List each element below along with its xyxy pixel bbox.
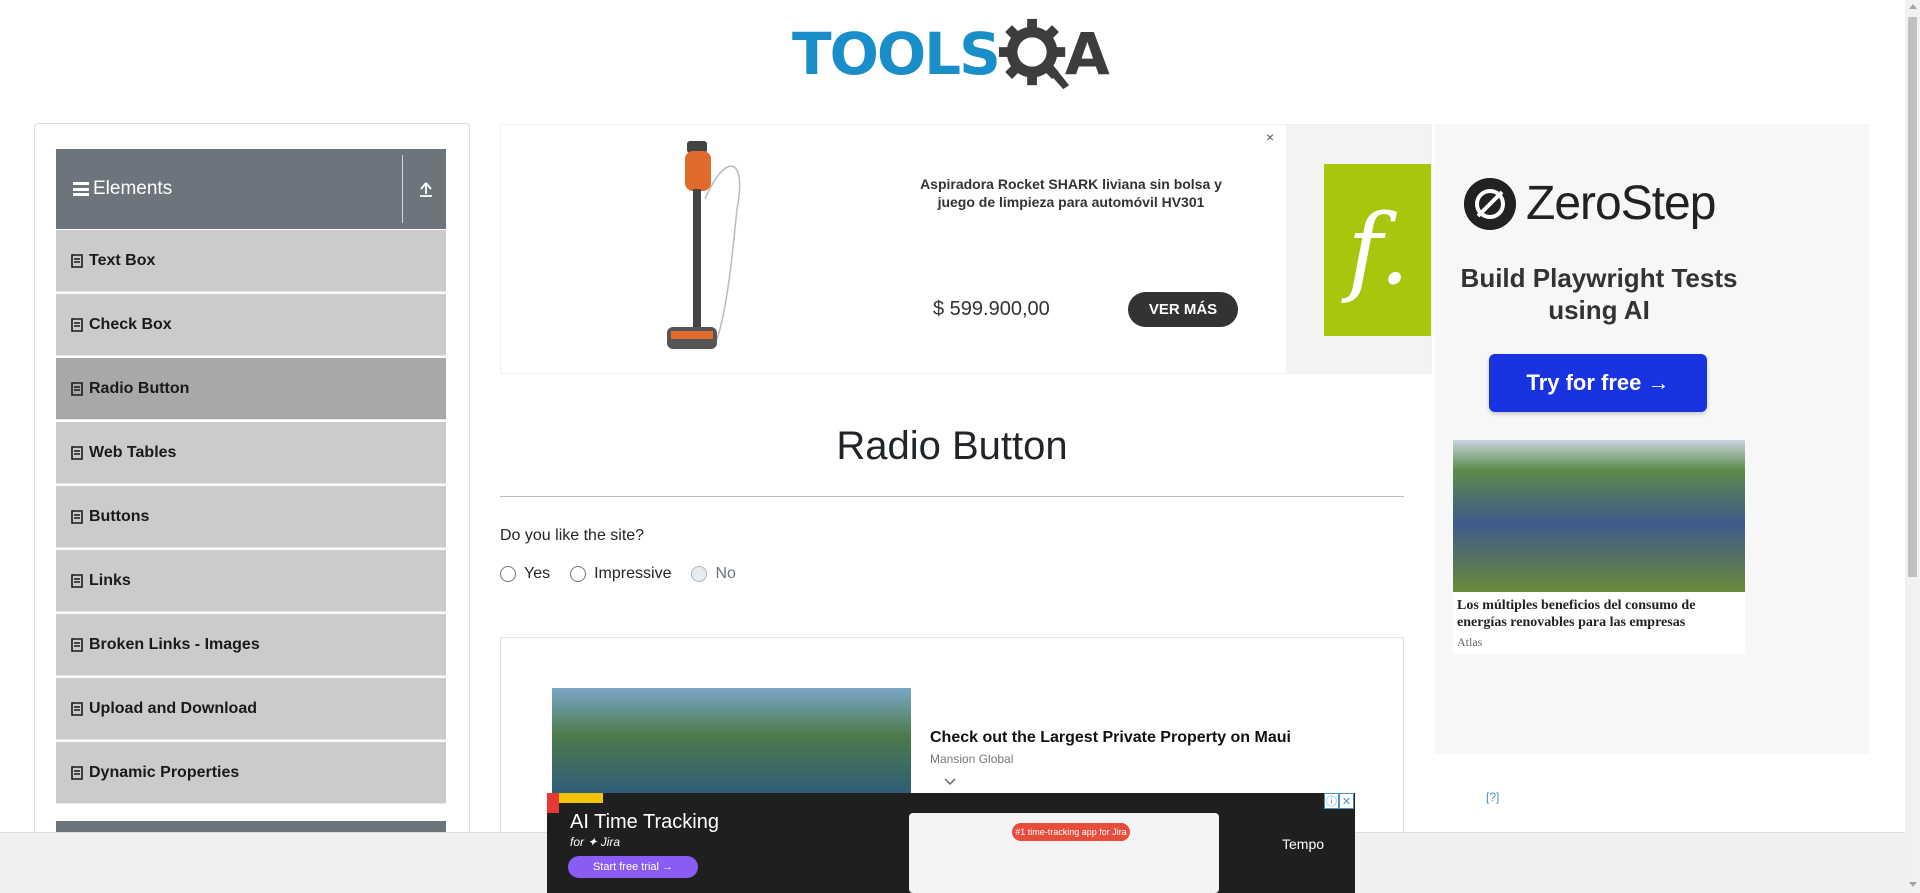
sticky-ad-controls[interactable]: ⓘ ✕	[1324, 793, 1354, 809]
logo-a: A	[1064, 20, 1110, 88]
ad-cta-button[interactable]: VER MÁS	[1128, 292, 1238, 327]
radio-label: No	[715, 565, 736, 582]
zerostep-name: ZeroStep	[1526, 177, 1716, 230]
ad-close-icon[interactable]: ×	[1266, 129, 1274, 145]
sticky-ad-pill: #1 time-tracking app for Jira	[1012, 823, 1130, 841]
falabella-logo: f.	[1324, 164, 1431, 336]
sidebar-item-label: Buttons	[89, 507, 150, 525]
toolsqa-logo[interactable]: TOOLS A	[792, 14, 1116, 94]
file-icon	[71, 573, 83, 588]
file-icon	[71, 509, 83, 524]
sidebar-item-buttons[interactable]: Buttons	[56, 486, 446, 548]
ad-product-title: Aspiradora Rocket SHARK liviana sin bols…	[920, 176, 1222, 210]
title-divider	[500, 496, 1404, 497]
scroll-down-icon[interactable]	[1909, 882, 1917, 887]
sidebar-item-broken-links[interactable]: Broken Links - Images	[56, 614, 446, 676]
file-icon	[71, 445, 83, 460]
radio-no: No	[691, 565, 736, 583]
adchoices-link[interactable]: [?]	[1486, 790, 1499, 804]
solar-farm-image	[1453, 440, 1745, 592]
start-trial-button[interactable]: Start free trial →	[568, 856, 698, 878]
ad-info-icon[interactable]: ⓘ	[1324, 793, 1339, 809]
sticky-ad-subtitle: for ✦ Jira	[570, 835, 621, 849]
file-icon	[71, 701, 83, 716]
file-icon	[71, 253, 83, 268]
sidebar-item-label: Upload and Download	[89, 699, 257, 717]
sidebar-item-web-tables[interactable]: Web Tables	[56, 422, 446, 484]
ad-accent	[559, 793, 603, 803]
ad-caption-box[interactable]: Los múltiples beneficios del consumo de …	[1453, 592, 1745, 654]
chevron-down-icon[interactable]	[944, 778, 956, 786]
sticky-ad-title: AI Time Tracking	[570, 811, 719, 833]
sidebar-item-label: Broken Links - Images	[89, 635, 260, 653]
hamburger-icon	[73, 182, 89, 196]
vacuum-image	[667, 141, 741, 349]
ad-caption[interactable]: Los múltiples beneficios del consumo de …	[1457, 597, 1741, 631]
radio-impressive[interactable]: Impressive	[570, 565, 671, 583]
scrollbar-thumb[interactable]	[1908, 17, 1917, 577]
ad-accent	[547, 793, 559, 813]
sidebar-item-check-box[interactable]: Check Box	[56, 294, 446, 356]
sidebar-group-title: Elements	[93, 178, 173, 199]
ad-price: $ 599.900,00	[933, 298, 1050, 320]
tempo-logo: Tempo	[1282, 836, 1325, 852]
radio-label[interactable]: Yes	[524, 565, 550, 583]
page-title: Radio Button	[836, 424, 1068, 468]
sidebar-item-label: Text Box	[89, 251, 156, 269]
logo-text: TOOLS	[792, 20, 1001, 88]
radio-circle[interactable]	[500, 566, 516, 582]
radio-circle-disabled	[691, 566, 708, 582]
zerostep-tagline: Build Playwright Tests using AI	[1460, 263, 1738, 325]
header-divider	[402, 155, 403, 223]
close-icon[interactable]: ✕	[1339, 793, 1354, 809]
sidebar-group-elements[interactable]: Elements	[56, 149, 446, 229]
file-icon	[71, 317, 83, 332]
native-ad-image	[552, 688, 911, 794]
sidebar-item-label: Web Tables	[89, 443, 177, 461]
sidebar-item-label: Radio Button	[89, 379, 190, 397]
radio-circle[interactable]	[570, 566, 587, 582]
file-icon	[71, 765, 83, 780]
native-ad-source: Mansion Global	[930, 752, 1014, 766]
sidebar-item-dynamic-properties[interactable]: Dynamic Properties	[56, 742, 446, 804]
sidebar-item-label: Check Box	[89, 315, 172, 333]
gear-q-icon	[998, 18, 1070, 90]
sidebar-item-links[interactable]: Links	[56, 550, 446, 612]
file-icon	[71, 637, 83, 652]
radio-yes[interactable]: Yes	[500, 565, 550, 583]
ad-caption-source: Atlas	[1457, 635, 1483, 649]
try-for-free-button[interactable]: Try for free →	[1489, 354, 1707, 412]
sidebar-item-label: Links	[89, 571, 131, 589]
zerostep-logo: ZeroStep	[1464, 176, 1716, 231]
sidebar-item-text-box[interactable]: Text Box	[56, 230, 446, 292]
radio-label[interactable]: Impressive	[594, 565, 671, 583]
sidebar-item-radio-button[interactable]: Radio Button	[56, 358, 446, 420]
scroll-up-icon[interactable]	[1909, 4, 1917, 9]
sticky-bottom-ad[interactable]: AI Time Tracking for ✦ Jira Start free t…	[547, 793, 1355, 893]
file-icon	[71, 381, 83, 396]
page: TOOLS A Elements Text Box Check Box Radi…	[0, 0, 1920, 893]
top-banner-ad[interactable]: Aspiradora Rocket SHARK liviana sin bols…	[500, 124, 1432, 374]
question-text: Do you like the site?	[500, 527, 645, 544]
collapse-up-icon[interactable]	[418, 180, 434, 198]
native-ad-title[interactable]: Check out the Largest Private Property o…	[930, 729, 1291, 747]
right-sidebar-ad[interactable]: ZeroStep Build Playwright Tests using AI…	[1434, 124, 1870, 754]
sidebar-item-label: Dynamic Properties	[89, 763, 240, 781]
zerostep-mark-icon	[1464, 177, 1516, 230]
sidebar-item-upload-download[interactable]: Upload and Download	[56, 678, 446, 740]
radio-group: Yes Impressive No	[500, 565, 756, 583]
